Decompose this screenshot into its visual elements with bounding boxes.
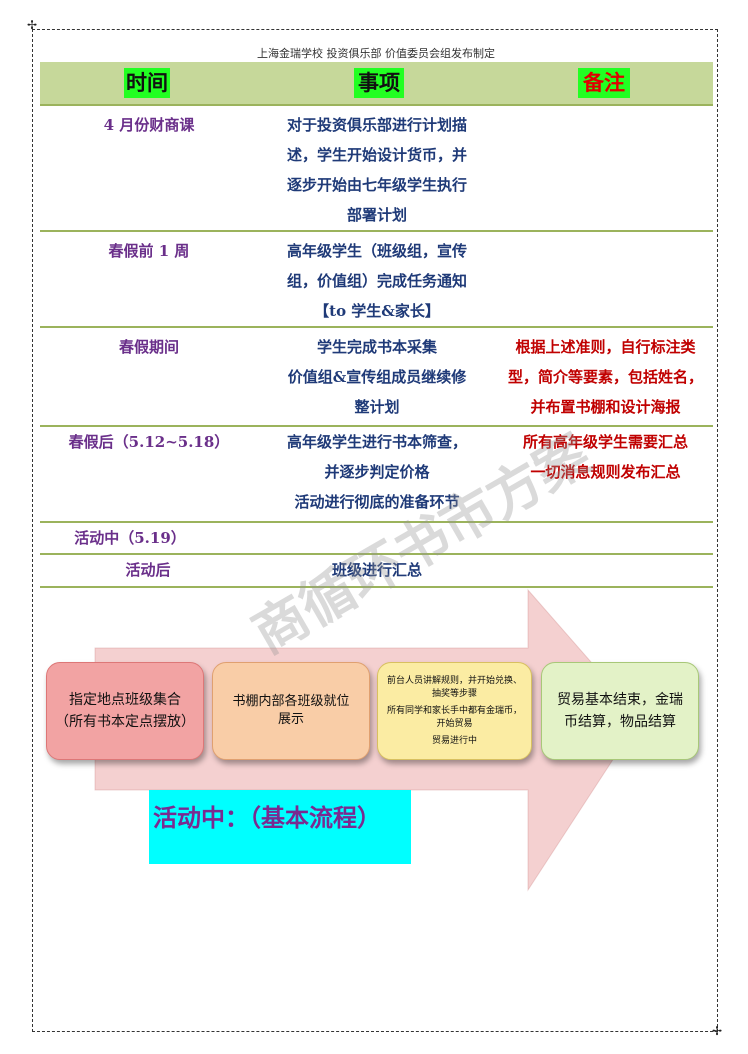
flow-caption: 活动中：（基本流程）	[153, 803, 381, 832]
flow-step-display: 书棚内部各班级就位 展示	[212, 662, 370, 760]
flow-step-assemble: 指定地点班级集合 （所有书本定点摆放）	[46, 662, 204, 760]
flow-step-trade: 前台人员讲解规则，并开始兑换、抽奖等步骤 所有同学和家长手中都有金瑞币，开始贸易…	[377, 662, 532, 760]
flow-step-settle: 贸易基本结束，金瑞 币结算，物品结算	[541, 662, 699, 760]
